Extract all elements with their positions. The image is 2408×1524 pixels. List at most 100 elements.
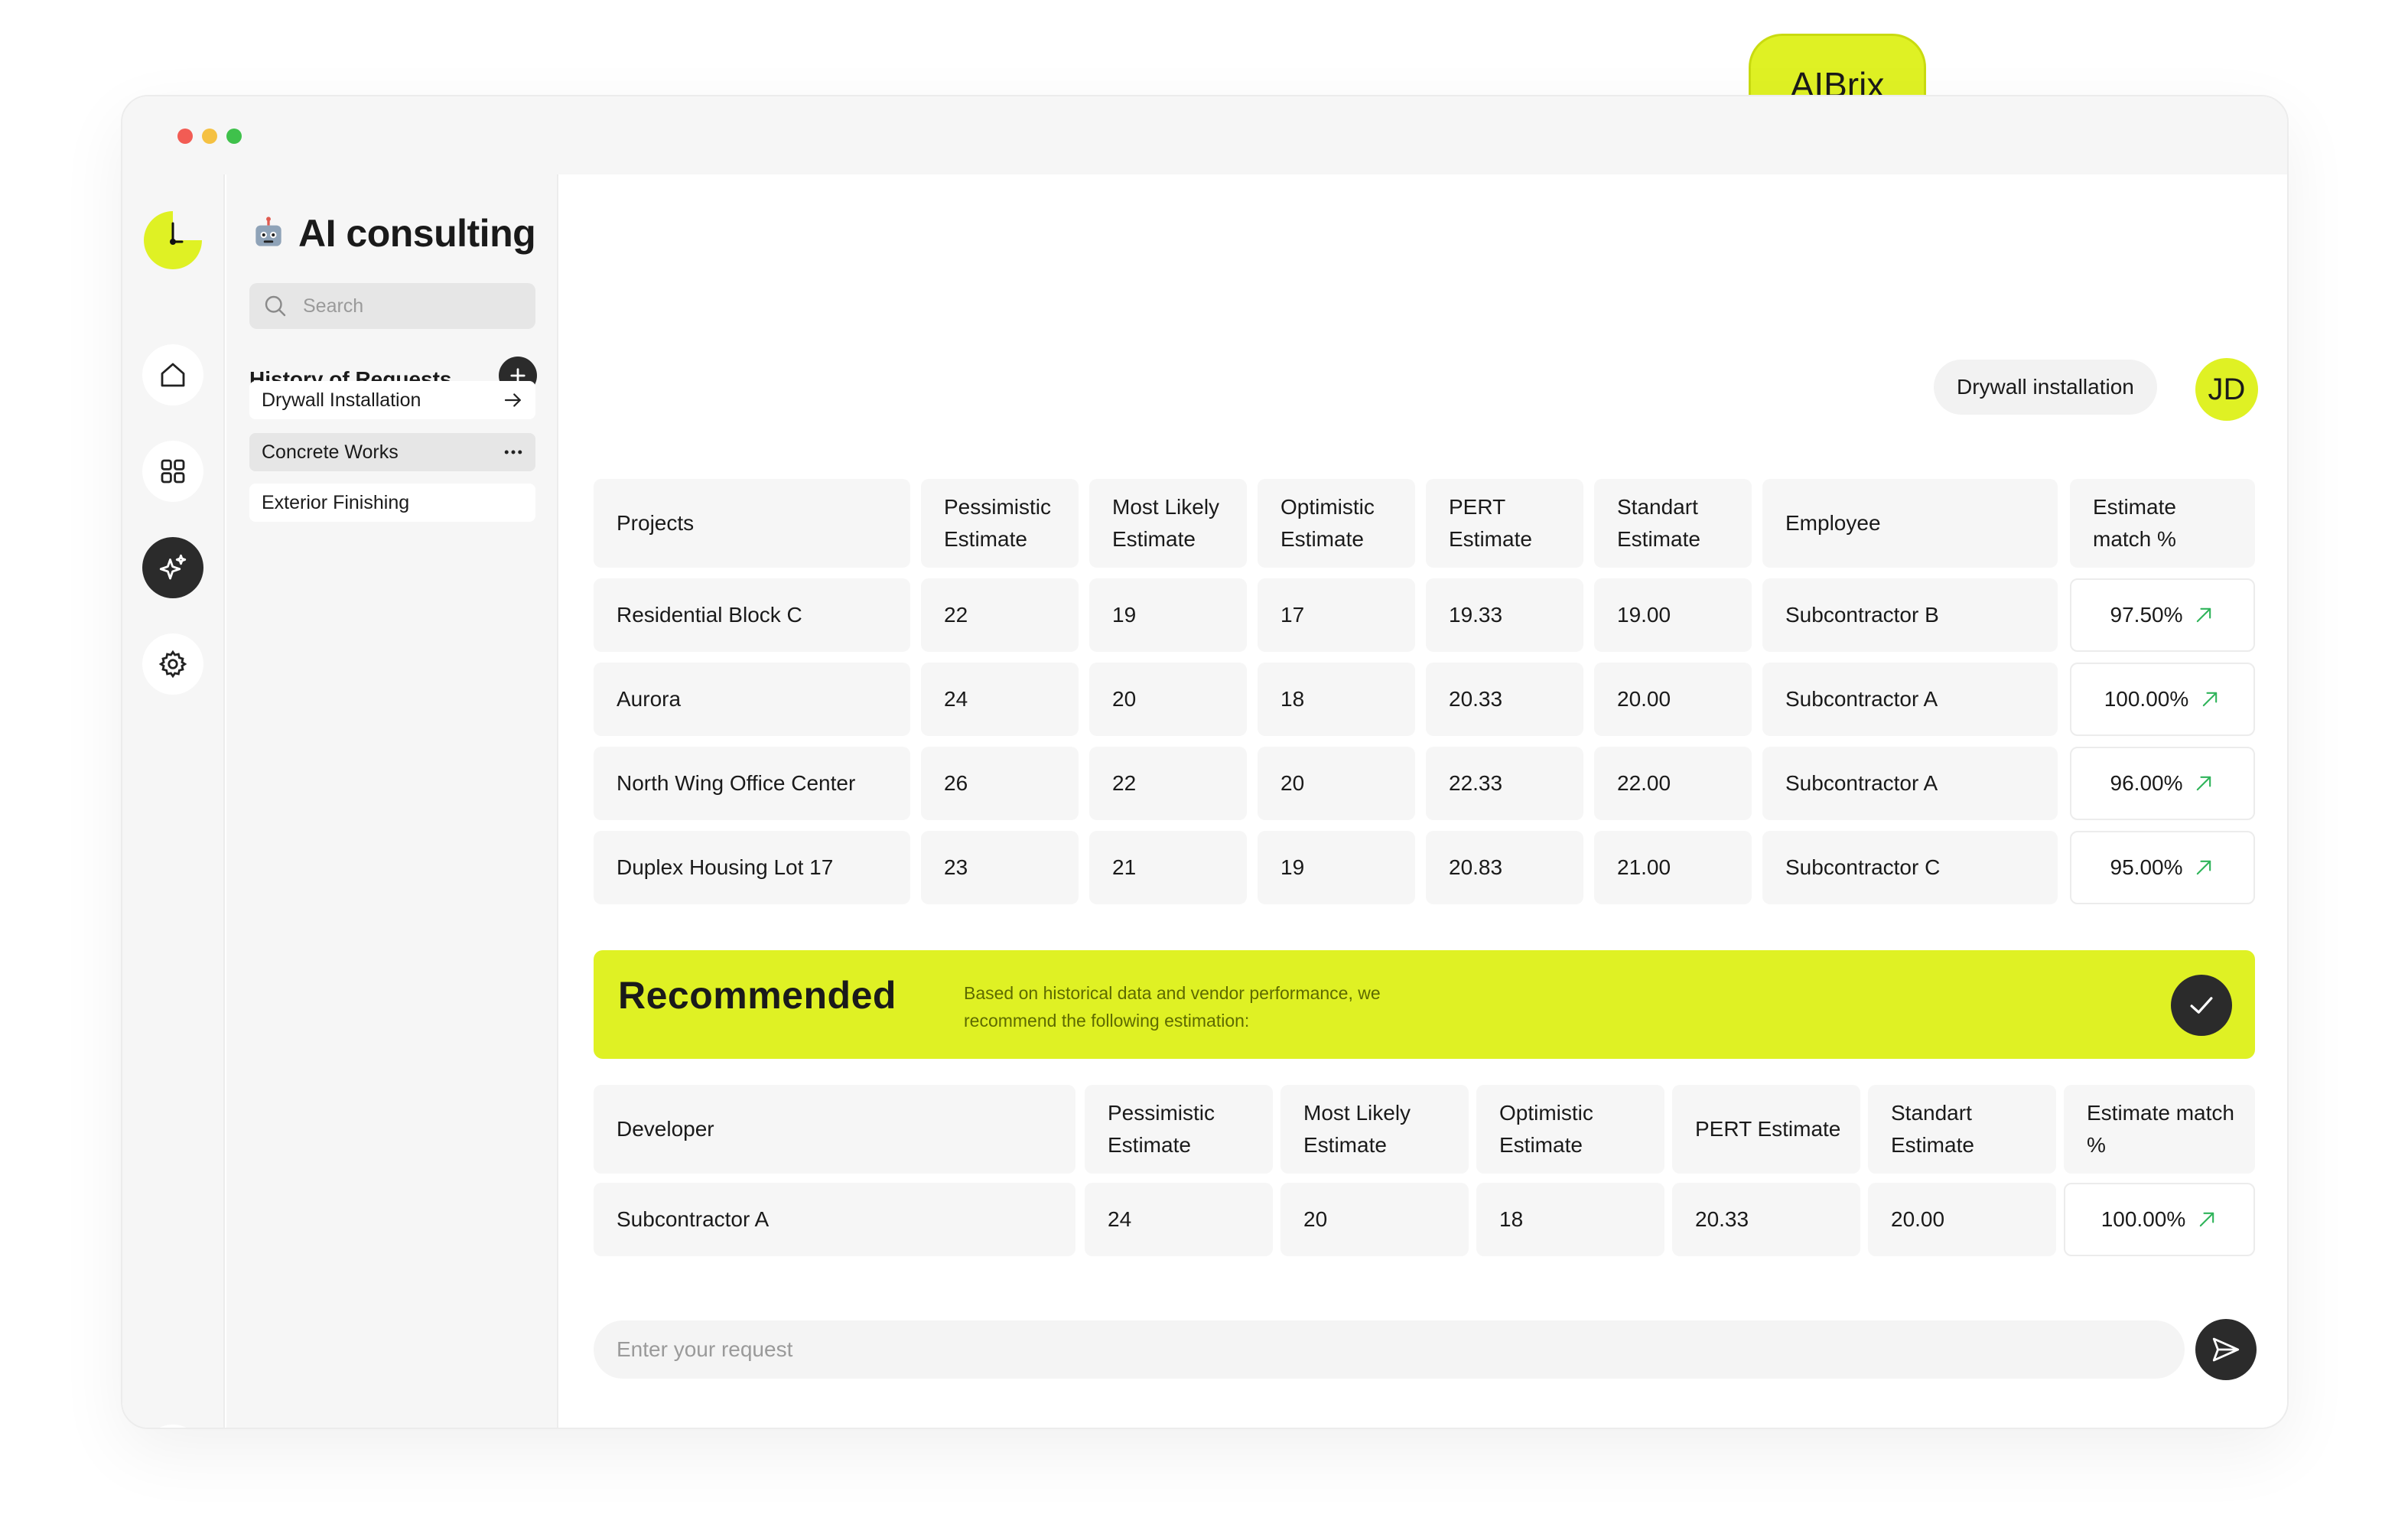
cell-value: 19.33 bbox=[1449, 603, 1503, 627]
header-label: Developer bbox=[617, 1117, 714, 1141]
cell-value: 97.50% bbox=[2110, 603, 2183, 627]
arrow-right-icon[interactable] bbox=[502, 389, 525, 412]
cell-value: 20 bbox=[1280, 771, 1305, 795]
trend-up-icon bbox=[2197, 776, 2211, 791]
icon-rail bbox=[122, 174, 225, 1428]
nav-logout[interactable] bbox=[142, 1425, 203, 1428]
cell-value: 100.00% bbox=[2100, 1207, 2186, 1231]
table-cell: 24 bbox=[1085, 1183, 1273, 1256]
table-cell: 19 bbox=[1258, 831, 1415, 904]
table-header-cell: Standart Estimate bbox=[1594, 479, 1752, 568]
table-header-cell: Projects bbox=[594, 479, 910, 568]
table-cell: 24 bbox=[921, 663, 1079, 736]
cell-value: 22.33 bbox=[1449, 771, 1503, 795]
table-cell: Aurora bbox=[594, 663, 910, 736]
table-header-cell: PERT Estimate bbox=[1426, 479, 1583, 568]
table-cell: 19.00 bbox=[1594, 578, 1752, 652]
table-cell: 97.50% bbox=[2070, 578, 2255, 652]
nav-dashboard[interactable] bbox=[142, 441, 203, 502]
request-input[interactable] bbox=[594, 1320, 2185, 1379]
cell-value: 21 bbox=[1112, 855, 1137, 879]
table-cell: 100.00% bbox=[2070, 663, 2255, 736]
cell-value: 20 bbox=[1303, 1207, 1328, 1231]
cell-value: 17 bbox=[1280, 603, 1305, 627]
nav-ai-consulting[interactable] bbox=[142, 537, 203, 598]
header-label: Pessimistic Estimate bbox=[1108, 1101, 1215, 1157]
close-window-dot[interactable] bbox=[177, 129, 193, 144]
search-box[interactable] bbox=[249, 283, 535, 329]
cell-value: 96.00% bbox=[2110, 771, 2183, 795]
cell-value: Subcontractor A bbox=[1785, 687, 1938, 711]
table-header-cell: Estimate match % bbox=[2070, 479, 2255, 568]
robot-icon bbox=[255, 217, 281, 246]
table-cell: 20.83 bbox=[1426, 831, 1583, 904]
app-logo-icon bbox=[144, 211, 202, 269]
cell-value: 20 bbox=[1112, 687, 1137, 711]
table-cell: Subcontractor A bbox=[1762, 747, 2058, 820]
header-label: Most Likely Estimate bbox=[1112, 495, 1220, 551]
header-label: Estimate match % bbox=[2093, 495, 2176, 551]
header-label: Optimistic Estimate bbox=[1499, 1101, 1593, 1157]
table-cell: 20.00 bbox=[1868, 1183, 2056, 1256]
table-header-cell: Estimate match % bbox=[2064, 1085, 2255, 1174]
cell-value: 20.00 bbox=[1891, 1207, 1945, 1231]
cell-value: Subcontractor A bbox=[1785, 771, 1938, 795]
table-cell: 19 bbox=[1089, 578, 1247, 652]
nav-home[interactable] bbox=[142, 344, 203, 405]
avatar[interactable]: JD bbox=[2195, 358, 2258, 421]
cell-value: 20.33 bbox=[1695, 1207, 1749, 1231]
table-header-cell: Most Likely Estimate bbox=[1280, 1085, 1469, 1174]
check-icon bbox=[2190, 997, 2213, 1014]
cell-value: 20.83 bbox=[1449, 855, 1503, 879]
search-input[interactable] bbox=[303, 295, 517, 318]
nav-settings[interactable] bbox=[142, 633, 203, 695]
trend-up-icon bbox=[2203, 692, 2218, 707]
header-label: PERT Estimate bbox=[1449, 495, 1532, 551]
minimize-window-dot[interactable] bbox=[202, 129, 217, 144]
maximize-window-dot[interactable] bbox=[226, 129, 242, 144]
cell-value: 18 bbox=[1280, 687, 1305, 711]
cell-value: 26 bbox=[944, 771, 968, 795]
table-cell: North Wing Office Center bbox=[594, 747, 910, 820]
history-item-concrete[interactable]: Concrete Works bbox=[249, 433, 535, 471]
cell-value: Residential Block C bbox=[617, 603, 802, 627]
more-icon[interactable] bbox=[502, 441, 525, 464]
header-label: PERT Estimate bbox=[1695, 1117, 1841, 1141]
cell-value: 22.00 bbox=[1617, 771, 1671, 795]
table-header-cell: Pessimistic Estimate bbox=[1085, 1085, 1273, 1174]
history-item-exterior[interactable]: Exterior Finishing bbox=[249, 484, 535, 522]
cell-value: Subcontractor C bbox=[1785, 855, 1941, 879]
accept-recommendation-button[interactable] bbox=[2171, 975, 2232, 1036]
table-header-cell: Optimistic Estimate bbox=[1476, 1085, 1664, 1174]
send-button[interactable] bbox=[2195, 1319, 2257, 1380]
history-item-drywall[interactable]: Drywall Installation bbox=[249, 381, 535, 419]
table-header-cell: Optimistic Estimate bbox=[1258, 479, 1415, 568]
trend-up-icon bbox=[2197, 860, 2211, 875]
cell-value: 22 bbox=[944, 603, 968, 627]
gear-icon bbox=[158, 650, 187, 679]
header-label: Pessimistic Estimate bbox=[944, 495, 1052, 551]
cell-value: 100.00% bbox=[2104, 687, 2189, 711]
cell-value: 24 bbox=[944, 687, 968, 711]
cell-value: 18 bbox=[1499, 1207, 1524, 1231]
table-cell: 21.00 bbox=[1594, 831, 1752, 904]
header-label: Most Likely Estimate bbox=[1303, 1101, 1411, 1157]
cell-value: Aurora bbox=[617, 687, 682, 711]
cell-value: 19.00 bbox=[1617, 603, 1671, 627]
cell-value: 19 bbox=[1280, 855, 1305, 879]
search-icon bbox=[265, 295, 286, 317]
header-label: Standart Estimate bbox=[1617, 495, 1700, 551]
cell-value: 21.00 bbox=[1617, 855, 1671, 879]
table-cell: 95.00% bbox=[2070, 831, 2255, 904]
table-header-cell: Standart Estimate bbox=[1868, 1085, 2056, 1174]
cell-value: 22 bbox=[1112, 771, 1137, 795]
header-label: Standart Estimate bbox=[1891, 1101, 1974, 1157]
title-bar bbox=[122, 96, 2287, 174]
history-item-label: Concrete Works bbox=[262, 441, 399, 463]
cell-value: 23 bbox=[944, 855, 968, 879]
cell-value: 95.00% bbox=[2110, 855, 2183, 879]
table-cell: 22.33 bbox=[1426, 747, 1583, 820]
header-label: Projects bbox=[617, 511, 695, 535]
table-cell: 17 bbox=[1258, 578, 1415, 652]
trend-up-icon bbox=[2200, 1212, 2214, 1227]
